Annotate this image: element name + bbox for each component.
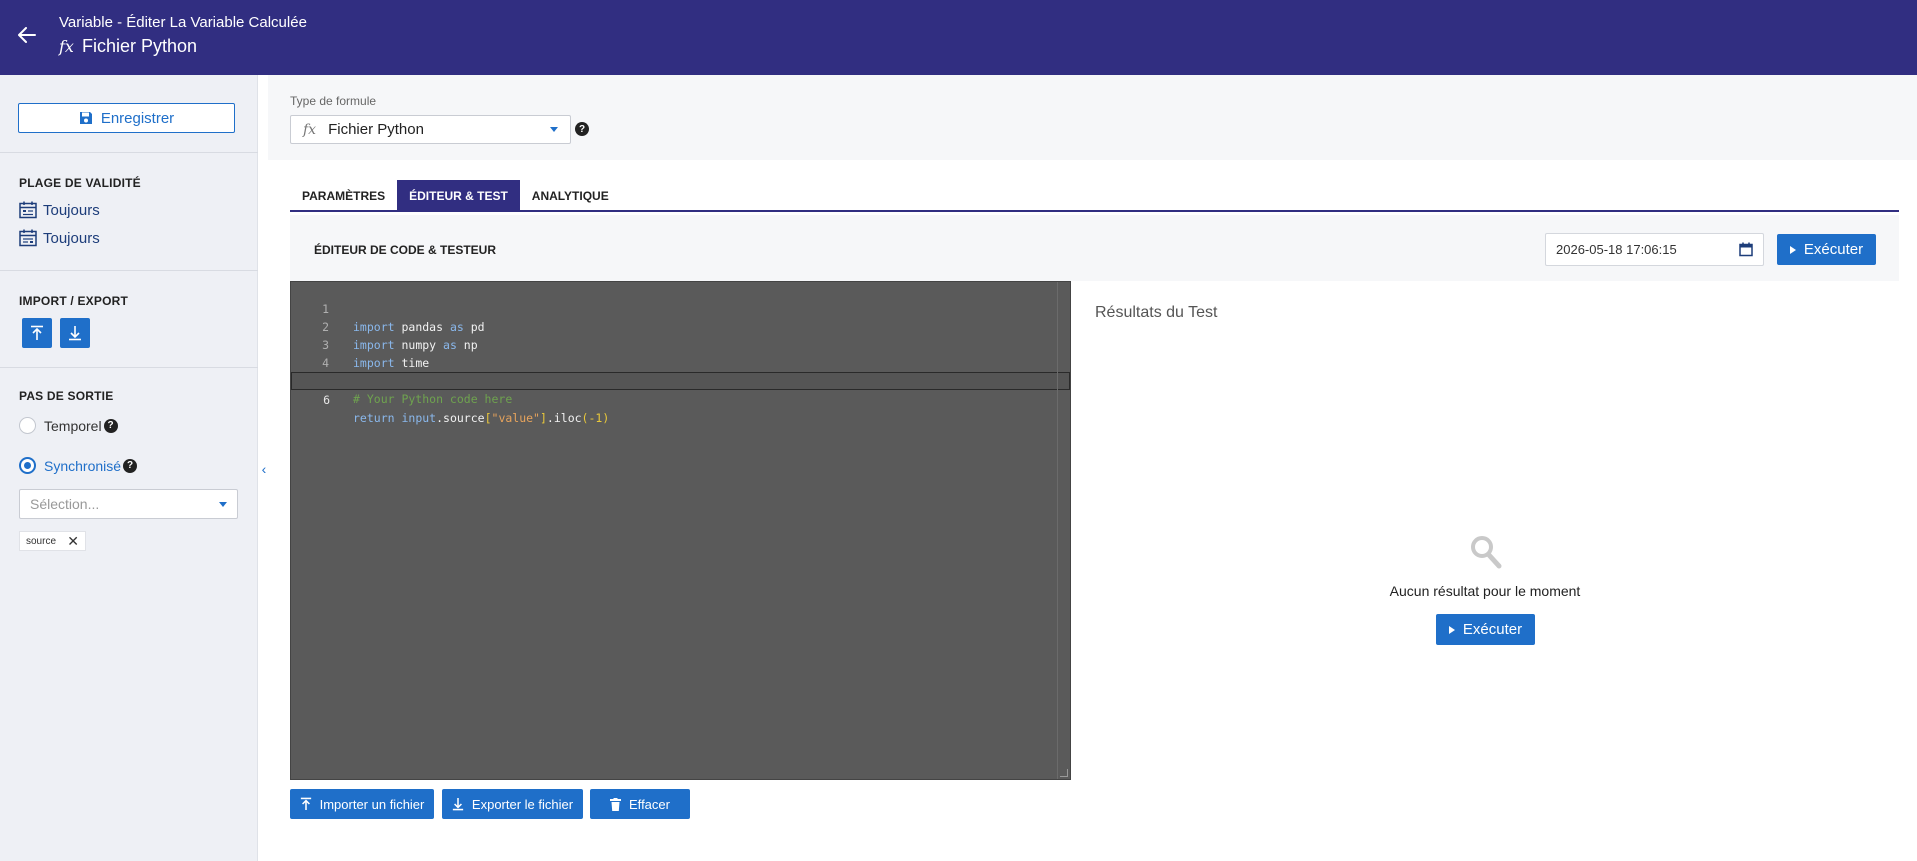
- play-icon: [1789, 245, 1796, 254]
- tab-analytique[interactable]: ANALYTIQUE: [520, 180, 621, 211]
- fx-icon: fx: [303, 121, 317, 138]
- page-title: Fichier Python: [81, 36, 198, 56]
- tab-underline: [290, 210, 1899, 212]
- import-file-label: Importer un fichier: [319, 796, 425, 812]
- calendar-icon[interactable]: [1739, 242, 1753, 257]
- editor-scrollbar[interactable]: [1057, 282, 1058, 779]
- radio-temporel[interactable]: Temporel ?: [19, 417, 118, 434]
- divider: [0, 270, 258, 271]
- page-subtitle: Variable - Éditer La Variable Calculée: [59, 14, 307, 31]
- page-title-row: fx Fichier Python: [59, 36, 197, 57]
- code-line: 2 import numpy as np: [291, 300, 1070, 352]
- radio-synchronise-label: Synchronisé: [44, 457, 122, 474]
- radio-temporel-input[interactable]: [19, 417, 36, 434]
- fx-icon: fx: [59, 37, 74, 56]
- trash-icon: [610, 797, 622, 811]
- empty-results-message: Aucun résultat pour le moment: [1389, 583, 1581, 599]
- chevron-down-icon: [550, 127, 558, 132]
- app-header: Variable - Éditer La Variable Calculée f…: [0, 0, 1917, 75]
- validity-start-label: Toujours: [43, 201, 100, 219]
- execute-button[interactable]: Exécuter: [1436, 614, 1535, 645]
- tab-bar: PARAMÈTRES ÉDITEUR & TEST ANALYTIQUE: [290, 180, 621, 211]
- import-file-button[interactable]: Importer un fichier: [290, 789, 434, 819]
- divider: [0, 152, 258, 153]
- sidebar: Enregistrer PLAGE DE VALIDITÉ Toujours T…: [0, 75, 258, 861]
- play-icon: [1448, 625, 1455, 634]
- divider: [0, 367, 258, 368]
- help-icon[interactable]: ?: [123, 458, 138, 473]
- code-text: return input.source["value"].iloc(-1): [353, 411, 610, 425]
- tab-parametres[interactable]: PARAMÈTRES: [290, 180, 397, 211]
- resize-handle-icon[interactable]: [1060, 769, 1068, 777]
- formula-type-select[interactable]: fx Fichier Python: [290, 115, 571, 144]
- save-button-label: Enregistrer: [100, 109, 175, 127]
- save-button[interactable]: Enregistrer: [18, 103, 235, 133]
- radio-synchronise[interactable]: Synchronisé ?: [19, 457, 138, 474]
- execute-button-label: Exécuter: [1803, 241, 1864, 258]
- collapse-sidebar-chevron-icon[interactable]: ‹: [258, 460, 270, 478]
- execute-button[interactable]: Exécuter: [1777, 234, 1876, 265]
- upload-icon: [31, 325, 43, 340]
- datetime-value: 2026-05-18 17:06:15: [1556, 242, 1677, 257]
- formula-type-label: Type de formule: [290, 94, 377, 108]
- results-title: Résultats du Test: [1095, 304, 1218, 321]
- help-icon[interactable]: ?: [575, 122, 589, 136]
- download-icon: [69, 326, 81, 341]
- validity-start-item[interactable]: Toujours: [19, 201, 100, 219]
- close-icon[interactable]: ✕: [67, 533, 79, 550]
- export-file-button[interactable]: Exporter le fichier: [442, 789, 583, 819]
- code-line-active: 6 return input.source["value"].iloc(-1): [291, 372, 1070, 425]
- export-button[interactable]: [60, 318, 90, 348]
- clear-button[interactable]: Effacer: [590, 789, 690, 819]
- selected-tag-label: source: [26, 535, 57, 547]
- validity-end-item[interactable]: Toujours: [19, 229, 100, 247]
- code-line: 1 import pandas as pd: [291, 282, 1070, 334]
- source-select[interactable]: Sélection...: [19, 489, 238, 519]
- upload-icon: [300, 797, 311, 810]
- line-number: 6: [323, 393, 330, 407]
- chevron-down-icon: [219, 501, 227, 507]
- editor-title: ÉDITEUR DE CODE & TESTEUR: [314, 243, 497, 257]
- radio-synchronise-input[interactable]: [19, 457, 36, 474]
- help-icon[interactable]: ?: [103, 418, 118, 433]
- export-file-label: Exporter le fichier: [471, 796, 574, 812]
- validity-section-title: PLAGE DE VALIDITÉ: [19, 176, 141, 190]
- code-line: 3 import time: [291, 318, 1070, 370]
- search-icon: [1471, 536, 1502, 569]
- validity-end-label: Toujours: [43, 229, 100, 247]
- output-step-section-title: PAS DE SORTIE: [19, 389, 114, 403]
- clear-label: Effacer: [629, 796, 670, 812]
- back-arrow-icon[interactable]: [14, 22, 40, 48]
- tab-editeur-test[interactable]: ÉDITEUR & TEST: [397, 180, 520, 211]
- floppy-disk-icon: [79, 112, 92, 124]
- radio-temporel-label: Temporel: [44, 417, 102, 434]
- import-button[interactable]: [22, 318, 52, 348]
- source-select-placeholder: Sélection...: [30, 496, 100, 512]
- import-export-section-title: IMPORT / EXPORT: [19, 294, 129, 308]
- execute-button-label: Exécuter: [1462, 621, 1523, 638]
- selected-tag: source ✕: [19, 531, 86, 551]
- formula-type-value: Fichier Python: [328, 121, 424, 138]
- code-line: 4: [291, 336, 1070, 370]
- code-editor[interactable]: 1 import pandas as pd 2 import numpy as …: [290, 281, 1071, 780]
- code-line: 5 # Your Python code here: [291, 354, 1070, 406]
- code-comment: # Your Python code here: [353, 392, 513, 406]
- calendar-start-icon: [19, 201, 37, 219]
- calendar-end-icon: [19, 229, 37, 247]
- download-icon: [452, 798, 464, 811]
- datetime-input[interactable]: 2026-05-18 17:06:15: [1545, 233, 1764, 266]
